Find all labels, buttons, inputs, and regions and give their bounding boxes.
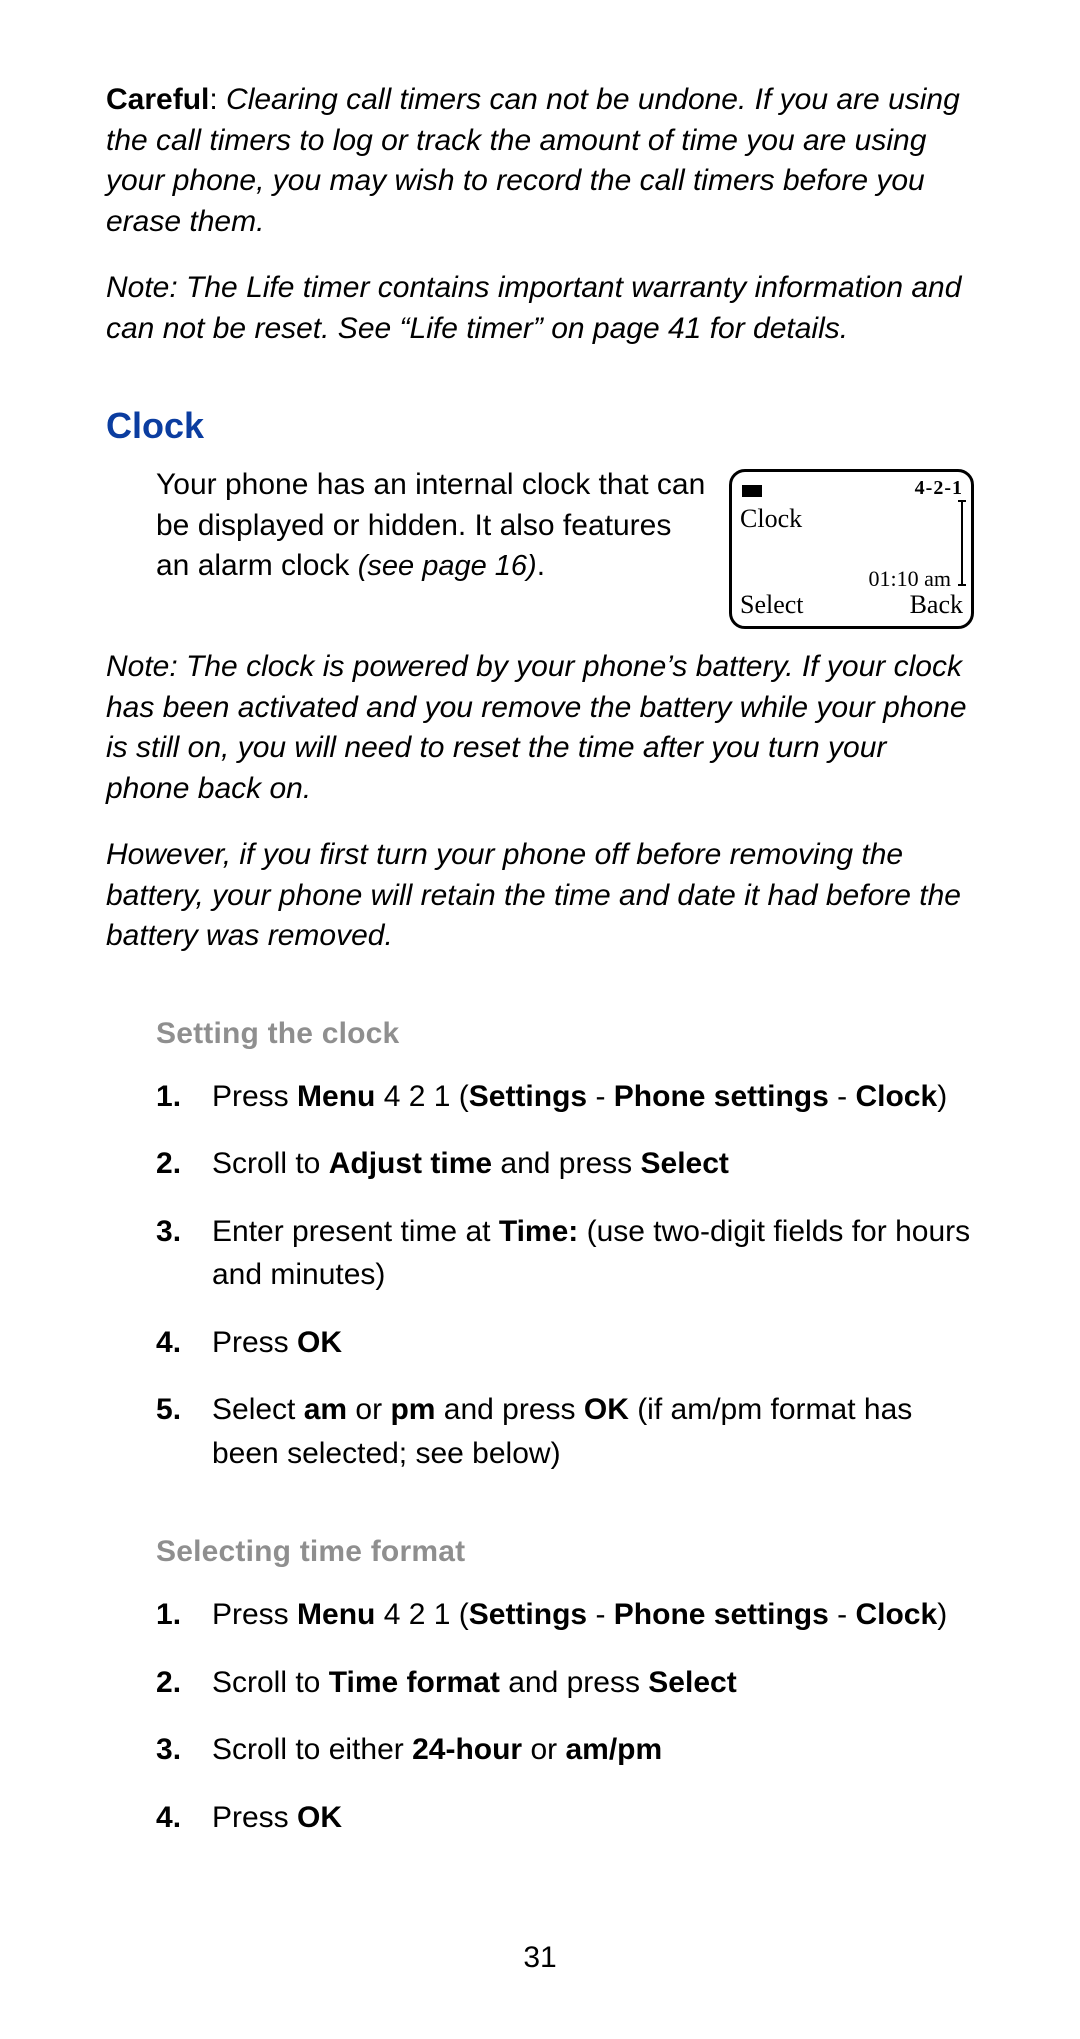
phone-screen-left-softkey: Select (740, 590, 804, 620)
careful-text: Clearing call timers can not be undone. … (106, 83, 960, 238)
step-bold: Time format (329, 1666, 500, 1699)
phone-screen-time: 01:10 am (869, 566, 952, 592)
step-item: Press Menu 4 2 1 (Settings - Phone setti… (156, 1593, 974, 1637)
setting-clock-steps: Press Menu 4 2 1 (Settings - Phone setti… (156, 1075, 974, 1476)
step-bold: 24-hour (412, 1733, 522, 1766)
step-bold: Clock (855, 1080, 937, 1113)
step-text: or (522, 1733, 565, 1766)
phone-screen-title: Clock (740, 504, 802, 533)
step-bold: Settings (469, 1598, 587, 1631)
step-bold: OK (297, 1801, 342, 1834)
step-text: and press (492, 1147, 640, 1180)
phone-screen-figure: Clock 4-2-1 01:10 am Select Back (729, 469, 974, 629)
step-bold: am (304, 1393, 347, 1426)
step-text: Scroll to either (212, 1733, 412, 1766)
step-text: and press (500, 1666, 648, 1699)
step-text: Press (212, 1326, 297, 1359)
step-text: and press (435, 1393, 583, 1426)
step-item: Enter present time at Time: (use two-dig… (156, 1210, 974, 1297)
clock-intro: Your phone has an internal clock that ca… (156, 465, 709, 587)
step-item: Select am or pm and press OK (if am/pm f… (156, 1388, 974, 1475)
page-number: 31 (0, 1941, 1080, 1975)
step-bold: am/pm (565, 1733, 662, 1766)
step-bold: Adjust time (329, 1147, 492, 1180)
step-bold: pm (390, 1393, 435, 1426)
step-text: Press (212, 1080, 297, 1113)
step-item: Scroll to either 24-hour or am/pm (156, 1728, 974, 1772)
step-item: Scroll to Adjust time and press Select (156, 1142, 974, 1186)
step-text: ) (937, 1598, 947, 1631)
clock-heading: Clock (106, 405, 974, 447)
step-text: Enter present time at (212, 1215, 499, 1248)
clock-intro-period: . (537, 549, 545, 582)
step-bold: Settings (469, 1080, 587, 1113)
step-text: Scroll to (212, 1666, 329, 1699)
step-text: ) (937, 1080, 947, 1113)
step-text: - (587, 1080, 614, 1113)
careful-sep: : (209, 83, 226, 116)
note-life-timer: Note: The Life timer contains important … (106, 268, 974, 349)
step-text: Select (212, 1393, 304, 1426)
careful-paragraph: Careful: Clearing call timers can not be… (106, 80, 974, 242)
step-text: Press (212, 1801, 297, 1834)
step-text: Scroll to (212, 1147, 329, 1180)
step-item: Scroll to Time format and press Select (156, 1661, 974, 1705)
phone-screen-title-area: Clock (740, 478, 802, 532)
clock-see-page: (see page 16) (358, 550, 537, 582)
step-text: - (829, 1080, 856, 1113)
setting-clock-heading: Setting the clock (156, 1017, 974, 1051)
step-text: Press (212, 1598, 297, 1631)
step-text: 4 2 1 ( (375, 1080, 468, 1113)
step-text: - (829, 1598, 856, 1631)
step-bold: Phone settings (614, 1080, 829, 1113)
time-format-heading: Selecting time format (156, 1535, 974, 1569)
step-bold: OK (297, 1326, 342, 1359)
battery-icon (742, 485, 762, 497)
phone-screen-scrollbar (961, 500, 963, 586)
step-text: or (347, 1393, 390, 1426)
step-bold: Menu (297, 1080, 375, 1113)
step-bold: Select (648, 1666, 736, 1699)
step-item: Press OK (156, 1321, 974, 1365)
step-text: - (587, 1598, 614, 1631)
step-bold: Clock (855, 1598, 937, 1631)
step-bold: Select (641, 1147, 729, 1180)
phone-screen-menu-code: 4-2-1 (915, 478, 963, 498)
time-format-steps: Press Menu 4 2 1 (Settings - Phone setti… (156, 1593, 974, 1839)
step-bold: OK (584, 1393, 629, 1426)
clock-note-2: However, if you first turn your phone of… (106, 835, 974, 957)
step-bold: Menu (297, 1598, 375, 1631)
step-item: Press OK (156, 1796, 974, 1840)
phone-screen-right-softkey: Back (910, 590, 963, 620)
clock-note-1: Note: The clock is powered by your phone… (106, 647, 974, 809)
step-text: 4 2 1 ( (375, 1598, 468, 1631)
step-bold: Time: (499, 1215, 578, 1248)
careful-label: Careful (106, 83, 209, 116)
step-item: Press Menu 4 2 1 (Settings - Phone setti… (156, 1075, 974, 1119)
step-bold: Phone settings (614, 1598, 829, 1631)
